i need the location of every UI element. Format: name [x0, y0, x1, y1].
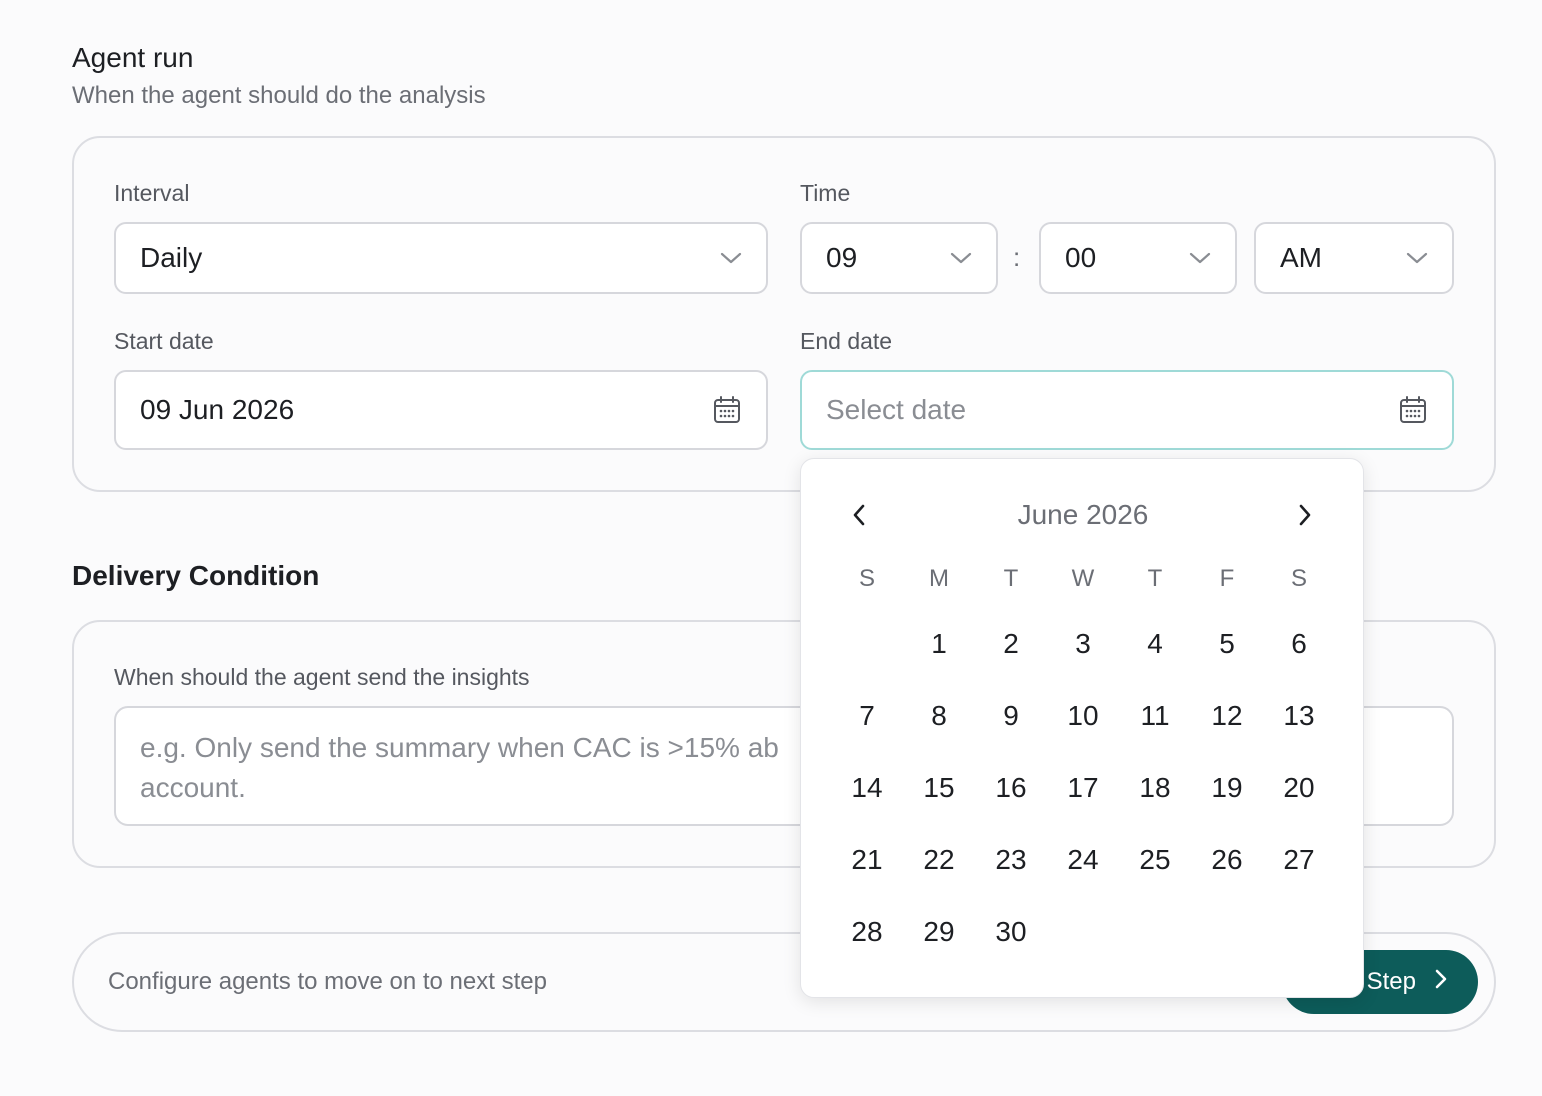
calendar-day[interactable]: 21 — [831, 832, 903, 888]
hour-value: 09 — [826, 242, 858, 273]
chevron-down-icon — [1406, 247, 1428, 269]
date-picker-popover: June 2026 S M T W T F S 1 2 3 4 5 6 7 8 9 10 11 12 13 14 15 16… — [800, 458, 1364, 998]
calendar-day[interactable]: 13 — [1263, 688, 1335, 744]
weekday-header: T — [1147, 565, 1163, 592]
next-step-label: Step — [1366, 968, 1416, 995]
calendar-day[interactable]: 25 — [1119, 832, 1191, 888]
interval-select[interactable]: Daily — [114, 222, 768, 294]
calendar-icon[interactable] — [1398, 395, 1428, 425]
hour-select[interactable]: 09 — [800, 222, 998, 294]
calendar-day[interactable]: 30 — [975, 904, 1047, 960]
chevron-down-icon — [950, 247, 972, 269]
calendar-day[interactable]: 7 — [831, 688, 903, 744]
calendar-day[interactable]: 9 — [975, 688, 1047, 744]
calendar-day[interactable]: 12 — [1191, 688, 1263, 744]
calendar-day[interactable]: 22 — [903, 832, 975, 888]
calendar-day[interactable]: 16 — [975, 760, 1047, 816]
weekday-header: M — [929, 565, 949, 592]
start-date-value: 09 Jun 2026 — [140, 394, 295, 425]
calendar-day[interactable]: 2 — [975, 616, 1047, 672]
calendar-day[interactable]: 20 — [1263, 760, 1335, 816]
calendar-month-label: June 2026 — [1017, 499, 1149, 530]
time-label: Time — [800, 180, 851, 206]
start-date-field[interactable]: 09 Jun 2026 — [114, 370, 768, 450]
calendar-day[interactable]: 1 — [903, 616, 975, 672]
interval-label: Interval — [114, 180, 190, 206]
end-date-field[interactable]: Select date — [800, 370, 1454, 450]
calendar-day[interactable]: 4 — [1119, 616, 1191, 672]
end-date-placeholder: Select date — [826, 394, 967, 425]
calendar-day[interactable]: 27 — [1263, 832, 1335, 888]
start-date-label: Start date — [114, 328, 214, 354]
calendar-day[interactable]: 6 — [1263, 616, 1335, 672]
calendar-icon[interactable] — [712, 395, 742, 425]
end-date-label: End date — [800, 328, 893, 354]
calendar-day[interactable]: 29 — [903, 904, 975, 960]
calendar-day[interactable]: 26 — [1191, 832, 1263, 888]
chevron-right-icon[interactable] — [1289, 499, 1321, 531]
period-value: AM — [1280, 242, 1322, 273]
calendar-day[interactable]: 3 — [1047, 616, 1119, 672]
agent-run-subtitle: When the agent should do the analysis — [72, 82, 486, 109]
weekday-header: F — [1219, 565, 1235, 592]
interval-value: Daily — [140, 242, 203, 273]
weekday-header: S — [858, 565, 875, 592]
calendar-day[interactable]: 10 — [1047, 688, 1119, 744]
minute-select[interactable]: 00 — [1039, 222, 1237, 294]
calendar-day[interactable]: 15 — [903, 760, 975, 816]
calendar-day[interactable]: 18 — [1119, 760, 1191, 816]
calendar-day[interactable]: 24 — [1047, 832, 1119, 888]
agent-run-title: Agent run — [72, 42, 194, 73]
chevron-down-icon — [720, 247, 742, 269]
calendar-day[interactable]: 28 — [831, 904, 903, 960]
calendar-day[interactable]: 5 — [1191, 616, 1263, 672]
weekday-header: W — [1071, 565, 1095, 592]
period-select[interactable]: AM — [1254, 222, 1454, 294]
chevron-down-icon — [1189, 247, 1211, 269]
calendar-day[interactable]: 14 — [831, 760, 903, 816]
weekday-header: S — [1290, 565, 1307, 592]
calendar-day[interactable]: 19 — [1191, 760, 1263, 816]
insights-question-label: When should the agent send the insights — [114, 664, 530, 690]
chevron-right-icon — [1434, 968, 1448, 997]
minute-value: 00 — [1065, 242, 1097, 273]
delivery-condition-title: Delivery Condition — [72, 560, 320, 591]
footer-message: Configure agents to move on to next step — [108, 968, 547, 995]
time-separator: : — [1013, 242, 1021, 272]
calendar-day[interactable]: 8 — [903, 688, 975, 744]
calendar-day[interactable]: 17 — [1047, 760, 1119, 816]
weekday-header: T — [1003, 565, 1019, 592]
calendar-day[interactable]: 23 — [975, 832, 1047, 888]
calendar-day[interactable]: 11 — [1119, 688, 1191, 744]
